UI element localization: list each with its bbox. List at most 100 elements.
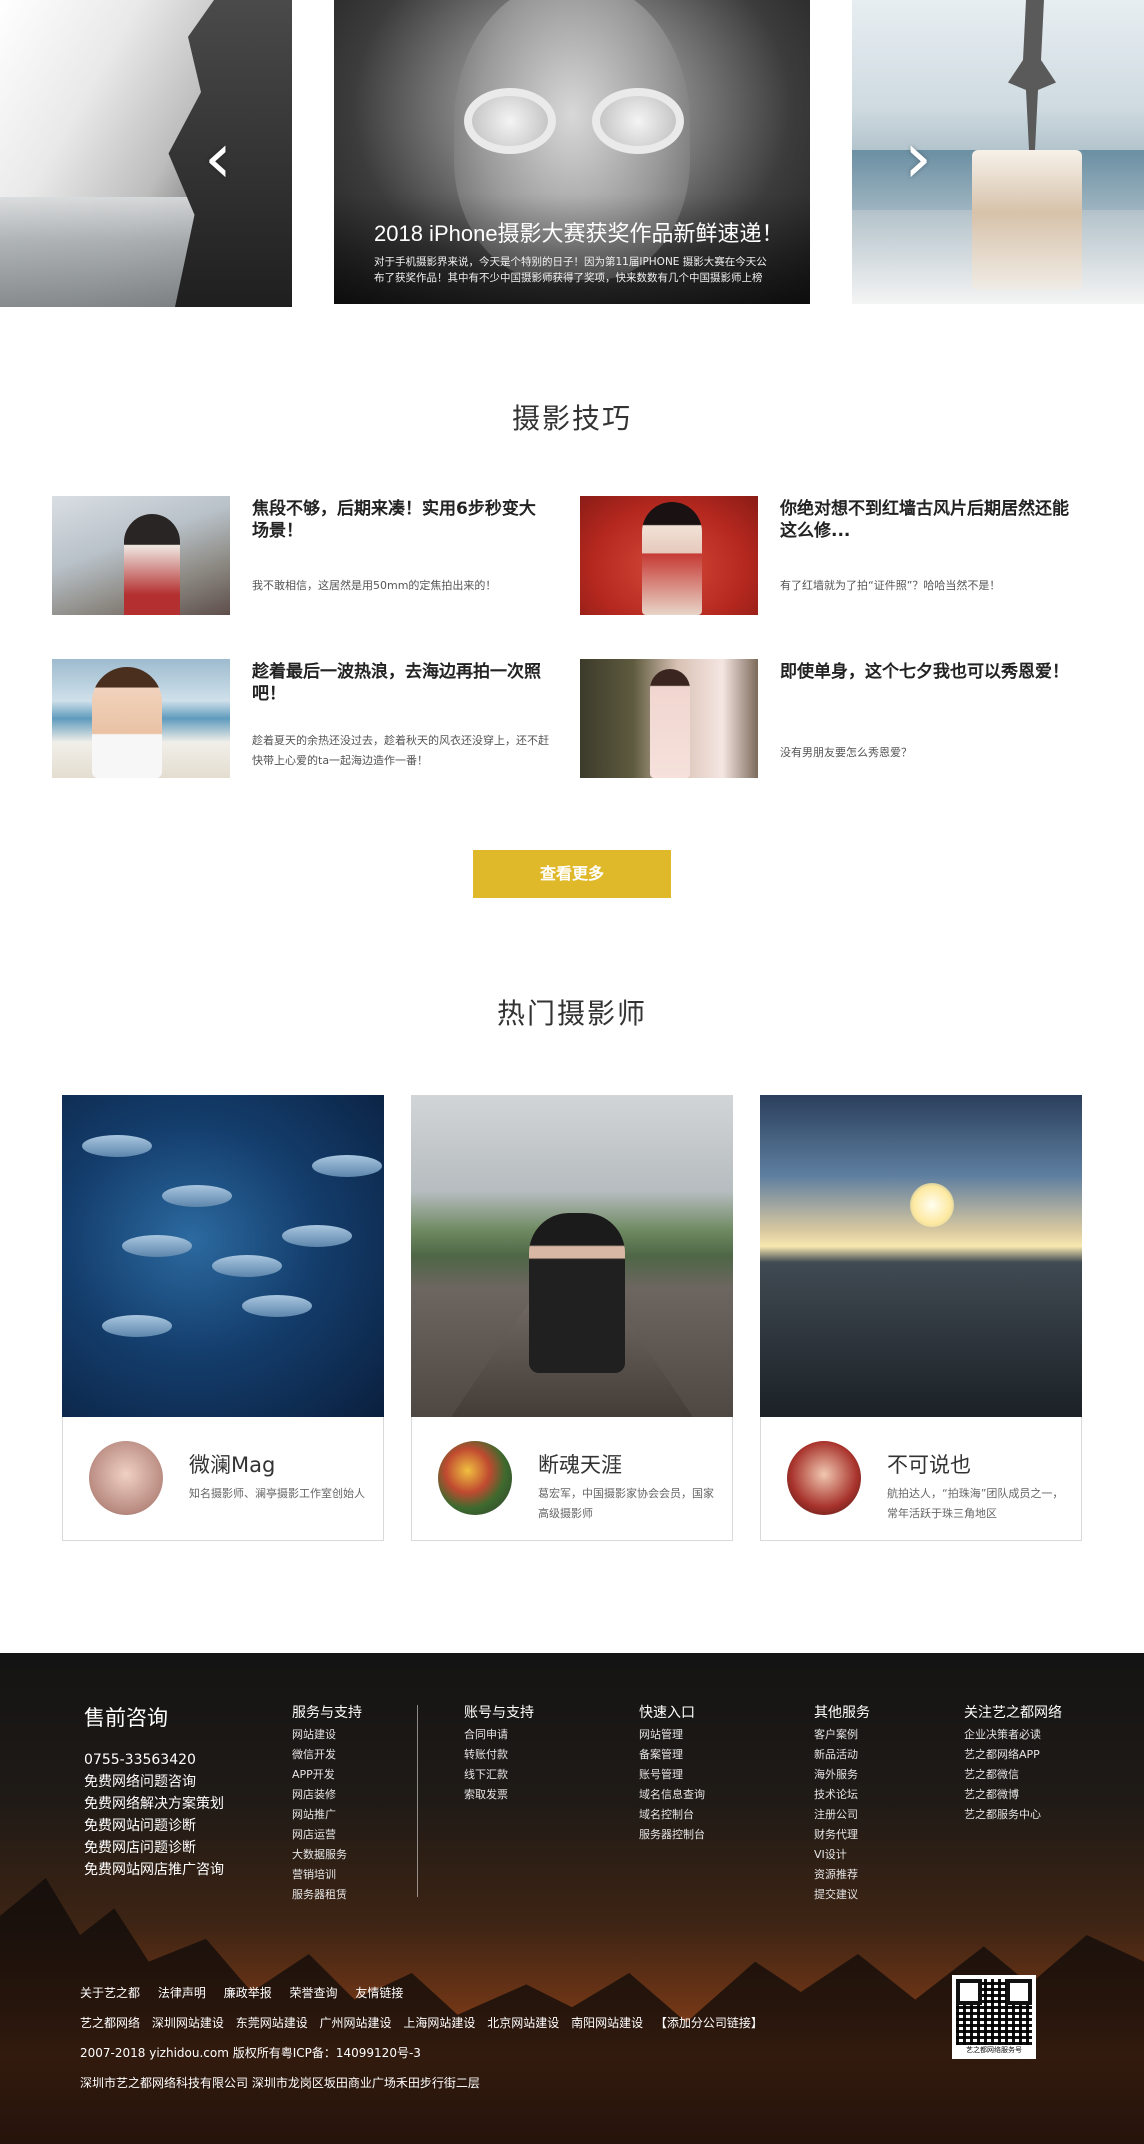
- dancer-figure-graphic: [1008, 0, 1056, 150]
- tip-title[interactable]: 你绝对想不到红墙古风片后期居然还能这么修...: [780, 498, 1070, 542]
- footer-bottom-link[interactable]: 法律声明: [158, 1986, 206, 2000]
- photographer-name[interactable]: 不可说也: [887, 1449, 971, 1479]
- footer-link[interactable]: 大数据服务: [292, 1845, 362, 1865]
- footer-column-title: 服务与支持: [292, 1705, 362, 1721]
- footer-column-title: 其他服务: [814, 1705, 870, 1721]
- footer-link[interactable]: 索取发票: [464, 1785, 534, 1805]
- tip-item[interactable]: 你绝对想不到红墙古风片后期居然还能这么修... 有了红墙就为了拍“证件照”？哈哈…: [580, 496, 1090, 616]
- footer: 售前咨询 0755-33563420 免费网络问题咨询 免费网络解决方案策划 免…: [0, 1653, 1144, 2144]
- add-branch-link[interactable]: 【添加分公司链接】: [655, 2016, 763, 2030]
- presale-link[interactable]: 免费网络问题咨询: [84, 1771, 284, 1793]
- tips-section-title: 摄影技巧: [511, 402, 632, 435]
- chevron-right-icon[interactable]: ›: [896, 118, 940, 198]
- footer-link[interactable]: 网店运营: [292, 1825, 362, 1845]
- photographer-description: 葛宏军，中国摄影家协会会员，国家高级摄影师: [538, 1487, 714, 1520]
- footer-link[interactable]: 线下汇款: [464, 1765, 534, 1785]
- footer-link[interactable]: 营销培训: [292, 1865, 362, 1885]
- tip-title[interactable]: 焦段不够，后期来凑！实用6步秒变大场景！: [252, 498, 542, 542]
- avatar[interactable]: [438, 1441, 512, 1515]
- goggles-graphic: [464, 88, 684, 158]
- presale-link[interactable]: 免费网站问题诊断: [84, 1815, 284, 1837]
- friend-link[interactable]: 东莞网站建设: [236, 2016, 308, 2030]
- photographer-name[interactable]: 微澜Mag: [189, 1449, 275, 1479]
- footer-link[interactable]: 账号管理: [639, 1765, 705, 1785]
- footer-link[interactable]: 备案管理: [639, 1745, 705, 1765]
- footer-link[interactable]: 转账付款: [464, 1745, 534, 1765]
- presale-link[interactable]: 免费网络解决方案策划: [84, 1793, 284, 1815]
- footer-bottom-link[interactable]: 关于艺之都: [80, 1986, 140, 2000]
- footer-link[interactable]: 网站推广: [292, 1805, 362, 1825]
- avatar[interactable]: [89, 1441, 163, 1515]
- view-more-button[interactable]: 查看更多: [473, 850, 671, 898]
- tip-item[interactable]: 焦段不够，后期来凑！实用6步秒变大场景！ 我不敢相信，这居然是用50mm的定焦拍…: [52, 496, 562, 616]
- tip-item[interactable]: 即使单身，这个七夕我也可以秀恩爱！ 没有男朋友要怎么秀恩爱？: [580, 659, 1090, 779]
- presale-phone[interactable]: 0755-33563420: [84, 1749, 284, 1771]
- photographer-card[interactable]: 不可说也 航拍达人，“拍珠海”团队成员之一，常年活跃于珠三角地区: [760, 1095, 1082, 1541]
- slide-title[interactable]: 2018 iPhone摄影大赛获奖作品新鲜速递！: [374, 220, 784, 248]
- footer-link[interactable]: 资源推荐: [814, 1865, 870, 1885]
- footer-link[interactable]: 网店装修: [292, 1785, 362, 1805]
- avatar[interactable]: [787, 1441, 861, 1515]
- friend-link[interactable]: 深圳网站建设: [152, 2016, 224, 2030]
- footer-link[interactable]: 合同申请: [464, 1725, 534, 1745]
- friend-link[interactable]: 艺之都网络: [80, 2016, 140, 2030]
- tip-thumbnail[interactable]: [52, 496, 230, 615]
- presale-link[interactable]: 免费网站网店推广咨询: [84, 1859, 284, 1881]
- tip-title[interactable]: 趁着最后一波热浪，去海边再拍一次照吧！: [252, 661, 542, 705]
- footer-divider: [417, 1705, 418, 1897]
- photographer-description: 知名摄影师、澜亭摄影工作室创始人: [189, 1487, 365, 1500]
- tips-list: 焦段不够，后期来凑！实用6步秒变大场景！ 我不敢相信，这居然是用50mm的定焦拍…: [52, 496, 1092, 786]
- footer-link[interactable]: 服务器控制台: [639, 1825, 705, 1845]
- footer-link[interactable]: 艺之都微信: [964, 1765, 1062, 1785]
- friend-link[interactable]: 广州网站建设: [320, 2016, 392, 2030]
- tip-thumbnail[interactable]: [580, 496, 758, 615]
- friend-link[interactable]: 南阳网站建设: [571, 2016, 643, 2030]
- footer-link[interactable]: 微信开发: [292, 1745, 362, 1765]
- carousel-slide-prev-image[interactable]: [0, 0, 292, 307]
- tip-thumbnail[interactable]: [52, 659, 230, 778]
- footer-link[interactable]: 域名控制台: [639, 1805, 705, 1825]
- photographer-name[interactable]: 断魂天涯: [538, 1449, 622, 1479]
- footer-link[interactable]: VI设计: [814, 1845, 870, 1865]
- footer-column-follow: 关注艺之都网络 企业决策者必读 艺之都网络APP 艺之都微信 艺之都微博 艺之都…: [964, 1703, 1062, 1825]
- photographers-section-title: 热门摄影师: [496, 997, 647, 1030]
- footer-bottom-link[interactable]: 荣誉查询: [290, 1986, 338, 2000]
- footer-link[interactable]: 新品活动: [814, 1745, 870, 1765]
- footer-link[interactable]: 网站管理: [639, 1725, 705, 1745]
- photographer-card[interactable]: 断魂天涯 葛宏军，中国摄影家协会会员，国家高级摄影师: [411, 1095, 733, 1541]
- footer-bottom-link[interactable]: 廉政举报: [224, 1986, 272, 2000]
- chevron-left-icon[interactable]: ‹: [196, 118, 240, 198]
- photographer-cover-image[interactable]: [62, 1095, 384, 1417]
- presale-title: 售前咨询: [84, 1706, 168, 1730]
- footer-link[interactable]: 企业决策者必读: [964, 1725, 1062, 1745]
- footer-bottom-link[interactable]: 友情链接: [355, 1986, 403, 2000]
- photographer-cover-image[interactable]: [411, 1095, 733, 1417]
- footer-link[interactable]: 网站建设: [292, 1725, 362, 1745]
- friend-link[interactable]: 上海网站建设: [403, 2016, 475, 2030]
- tip-title[interactable]: 即使单身，这个七夕我也可以秀恩爱！: [780, 661, 1070, 683]
- footer-link[interactable]: 注册公司: [814, 1805, 870, 1825]
- footer-link[interactable]: 艺之都服务中心: [964, 1805, 1062, 1825]
- photographer-list: 微澜Mag 知名摄影师、澜亭摄影工作室创始人 断魂天涯 葛宏军，中国摄影家协会会…: [62, 1095, 1084, 1541]
- tip-thumbnail[interactable]: [580, 659, 758, 778]
- footer-link[interactable]: 服务器租赁: [292, 1885, 362, 1905]
- footer-column-account: 账号与支持 合同申请 转账付款 线下汇款 索取发票: [464, 1703, 534, 1805]
- footer-link[interactable]: 财务代理: [814, 1825, 870, 1845]
- footer-column-title: 账号与支持: [464, 1705, 534, 1721]
- footer-link[interactable]: 艺之都微博: [964, 1785, 1062, 1805]
- carousel-slide-active[interactable]: 2018 iPhone摄影大赛获奖作品新鲜速递！ 对于手机摄影界来说，今天是个特…: [334, 0, 810, 304]
- footer-link[interactable]: 艺之都网络APP: [964, 1745, 1062, 1765]
- footer-link[interactable]: 技术论坛: [814, 1785, 870, 1805]
- footer-column-other: 其他服务 客户案例 新品活动 海外服务 技术论坛 注册公司 财务代理 VI设计 …: [814, 1703, 870, 1905]
- presale-link[interactable]: 免费网店问题诊断: [84, 1837, 284, 1859]
- tip-item[interactable]: 趁着最后一波热浪，去海边再拍一次照吧！ 趁着夏天的余热还没过去，趁着秋天的风衣还…: [52, 659, 562, 779]
- photographer-card[interactable]: 微澜Mag 知名摄影师、澜亭摄影工作室创始人: [62, 1095, 384, 1541]
- friend-link[interactable]: 北京网站建设: [487, 2016, 559, 2030]
- footer-link[interactable]: 客户案例: [814, 1725, 870, 1745]
- footer-link[interactable]: 提交建议: [814, 1885, 870, 1905]
- footer-link[interactable]: APP开发: [292, 1765, 362, 1785]
- photographer-cover-image[interactable]: [760, 1095, 1082, 1417]
- footer-link[interactable]: 海外服务: [814, 1765, 870, 1785]
- footer-link[interactable]: 域名信息查询: [639, 1785, 705, 1805]
- qr-label: 艺之都网络服务号: [966, 2046, 1022, 2054]
